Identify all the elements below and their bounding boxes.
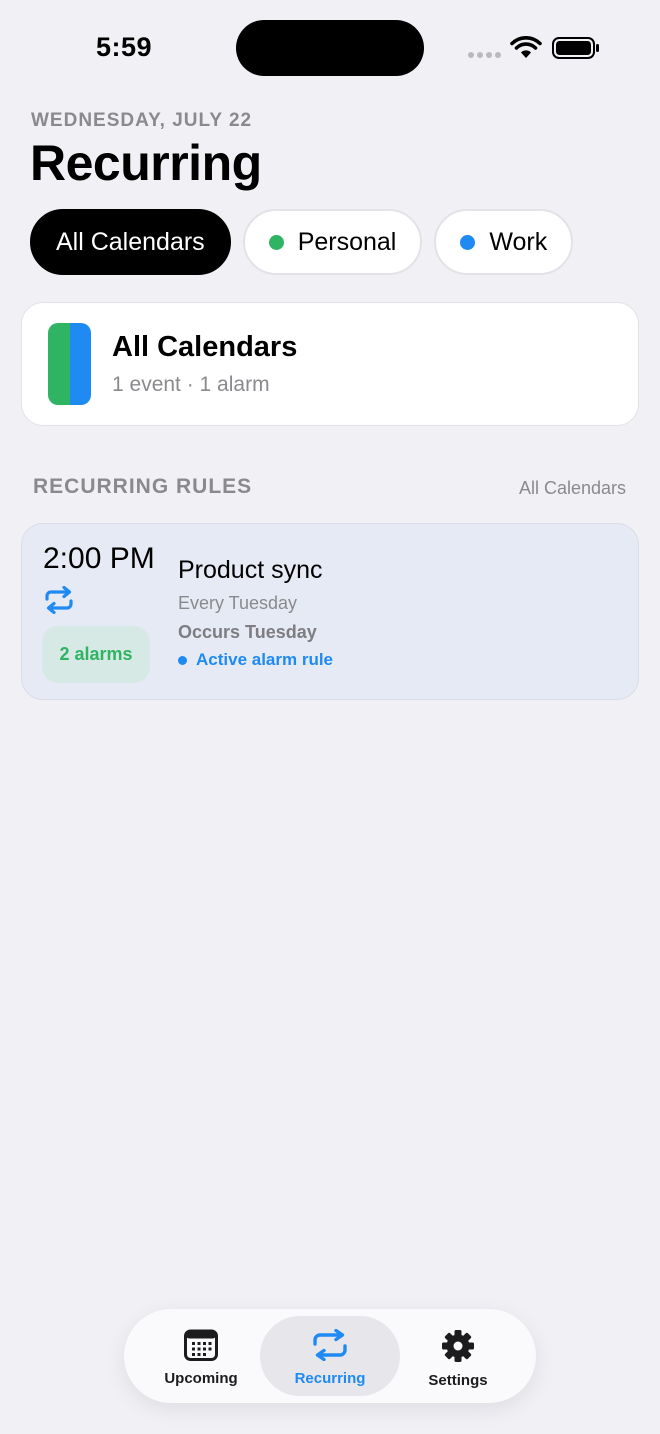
rule-repeat-text: Every Tuesday [178,593,298,613]
dynamic-island [236,20,424,76]
tab-bar: Upcoming Recurring Settings [124,1309,536,1403]
tab-settings[interactable]: Settings [388,1316,528,1396]
status-dot [178,655,187,665]
personal-color-dot [268,234,284,250]
tab-label: Recurring [294,1370,366,1387]
filter-chip-label: All Calendars [56,227,205,256]
repeat-icon [45,586,73,614]
calendar-icon [184,1329,218,1361]
alarm-count-badge: 2 alarms [42,626,150,683]
current-date: WEDNESDAY, JULY 22 [31,110,253,131]
battery-icon [552,37,599,59]
tab-label: Upcoming [164,1370,238,1387]
filter-chip-personal[interactable]: Personal [242,209,423,275]
recurring-rule-card[interactable]: 2:00 PM 2 alarms Product sync Every Tues… [21,523,639,700]
rule-status-text: Active alarm rule [196,650,334,669]
filter-chip-all-calendars[interactable]: All Calendars [30,209,231,275]
tab-label: Settings [428,1372,488,1389]
rule-occurs-text: Occurs Tuesday [178,622,317,642]
rule-time: 2:00 PM [43,542,155,575]
status-bar: 5:59 [0,0,660,96]
summary-subtitle: 1 event · 1 alarm [112,373,270,396]
wifi-icon [510,36,542,58]
calendar-summary-card[interactable]: All Calendars 1 event · 1 alarm [21,302,639,426]
calendar-filter-chips: All Calendars Personal Work [30,209,574,275]
repeat-icon [313,1329,347,1361]
calendar-color-icon [48,323,91,405]
tab-upcoming[interactable]: Upcoming [131,1316,271,1396]
rule-title: Product sync [178,556,323,584]
status-time: 5:59 [96,32,153,62]
work-color-dot [460,234,476,250]
section-scope: All Calendars [518,478,626,498]
summary-title: All Calendars [112,331,298,363]
cellular-signal-icon [468,52,502,58]
tab-recurring[interactable]: Recurring [260,1316,400,1396]
gear-icon [442,1330,474,1362]
page-title: Recurring [30,135,262,191]
rule-status: Active alarm rule [178,650,333,670]
filter-chip-label: Work [489,227,548,256]
section-title: RECURRING RULES [33,475,253,498]
filter-chip-work[interactable]: Work [434,209,574,275]
filter-chip-label: Personal [297,227,397,256]
